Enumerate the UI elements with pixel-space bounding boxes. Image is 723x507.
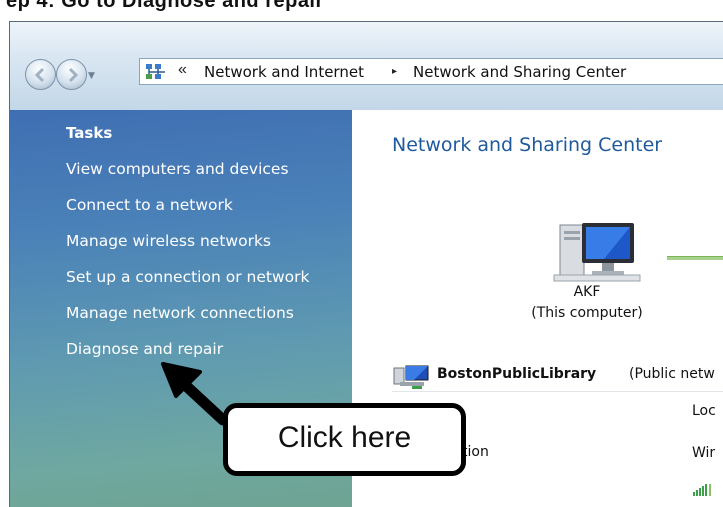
address-overflow[interactable]: « — [178, 61, 187, 79]
computer-name: AKF — [573, 284, 601, 300]
task-connect-to-a-network[interactable]: Connect to a network — [66, 196, 233, 214]
breadcrumb-network-and-internet[interactable]: Network and Internet — [204, 63, 364, 81]
forward-arrow-icon — [68, 67, 79, 83]
computer-icon[interactable] — [552, 217, 642, 287]
breadcrumb-network-and-sharing-center[interactable]: Network and Sharing Center — [413, 63, 626, 81]
task-diagnose-and-repair[interactable]: Diagnose and repair — [66, 340, 223, 358]
network-icon — [393, 365, 429, 389]
location-label: Loc — [692, 403, 716, 419]
address-bar[interactable]: « Network and Internet ▸ Network and Sha… — [139, 58, 723, 85]
task-set-up-a-connection-or-network[interactable]: Set up a connection or network — [66, 268, 309, 286]
header-text: ep 4: Go to Diagnose and repair — [6, 0, 324, 12]
task-manage-network-connections[interactable]: Manage network connections — [66, 304, 294, 322]
task-view-computers-and-devices[interactable]: View computers and devices — [66, 160, 289, 178]
breadcrumb-separator-icon[interactable]: ▸ — [392, 66, 397, 77]
header-strip: ep 4: Go to Diagnose and repair — [0, 0, 723, 14]
network-folder-icon — [146, 64, 165, 79]
click-here-callout: Click here — [223, 403, 466, 476]
tasks-heading: Tasks — [66, 124, 113, 142]
title-bar: ▼ « Network and Internet ▸ Network and S… — [10, 22, 723, 110]
connection-line — [667, 256, 723, 260]
access-label: tion — [462, 444, 489, 460]
network-type: (Public netw — [629, 366, 715, 382]
callout-text: Click here — [277, 421, 412, 454]
connection-label: Wir — [692, 445, 716, 461]
computer-subtitle: (This computer) — [531, 305, 643, 321]
back-arrow-icon — [34, 67, 45, 83]
back-button[interactable] — [25, 59, 56, 90]
page-title: Network and Sharing Center — [392, 134, 663, 156]
forward-button[interactable] — [56, 59, 87, 90]
network-divider — [392, 391, 723, 392]
task-manage-wireless-networks[interactable]: Manage wireless networks — [66, 232, 271, 250]
recent-pages-dropdown[interactable]: ▼ — [88, 71, 95, 81]
signal-bars-icon — [693, 484, 711, 496]
network-name: BostonPublicLibrary — [437, 366, 597, 382]
